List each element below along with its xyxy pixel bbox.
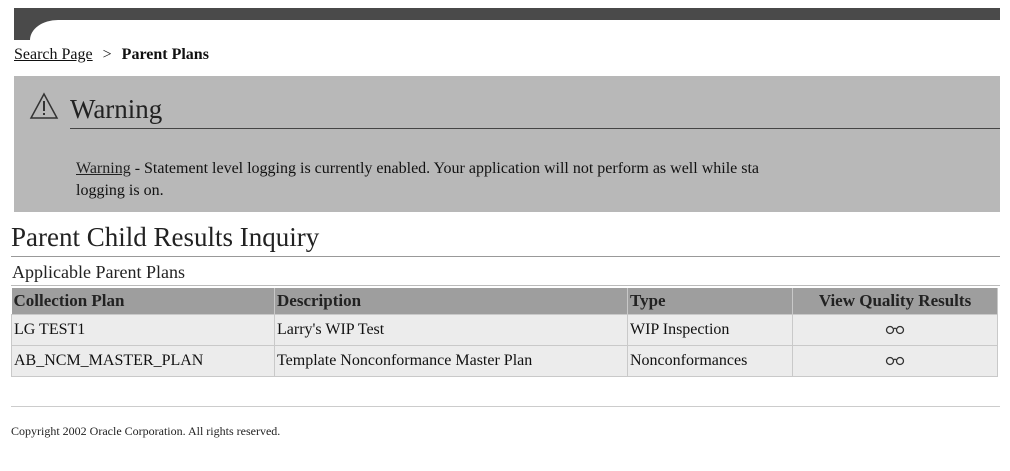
section-divider: [11, 285, 1000, 286]
column-header-view-quality-results: View Quality Results: [792, 288, 998, 315]
page-title: Parent Child Results Inquiry: [11, 222, 320, 252]
warning-title: Warning: [70, 94, 163, 124]
column-header-description[interactable]: Description: [274, 288, 628, 315]
column-header-type[interactable]: Type: [627, 288, 793, 315]
warning-message: Warning - Statement level logging is cur…: [76, 158, 1000, 202]
glasses-icon[interactable]: [885, 356, 905, 366]
cell-view-quality-results: [792, 314, 998, 346]
table-row: LG TEST1 Larry's WIP Test WIP Inspection: [11, 314, 998, 346]
cell-type: WIP Inspection: [627, 314, 793, 346]
cell-description: Template Nonconformance Master Plan: [274, 345, 628, 377]
glasses-icon[interactable]: [885, 325, 905, 335]
cell-type: Nonconformances: [627, 345, 793, 377]
column-header-collection-plan[interactable]: Collection Plan: [11, 288, 275, 315]
warning-text-line1: Statement level logging is currently ena…: [144, 160, 760, 177]
warning-triangle-icon: [29, 92, 59, 119]
title-divider: [11, 256, 1000, 257]
section-title: Applicable Parent Plans: [12, 262, 185, 282]
cell-collection-plan: LG TEST1: [11, 314, 275, 346]
warning-dash: -: [134, 160, 141, 177]
table-row: AB_NCM_MASTER_PLAN Template Nonconforman…: [11, 345, 998, 377]
banner-bar: [14, 8, 1000, 20]
breadcrumb-link-search-page[interactable]: Search Page: [14, 46, 93, 63]
top-banner: [14, 8, 1000, 50]
warning-label: Warning: [76, 160, 131, 177]
banner-curve: [14, 8, 90, 50]
copyright-text: Copyright 2002 Oracle Corporation. All r…: [11, 424, 281, 438]
cell-view-quality-results: [792, 345, 998, 377]
parent-plans-table: Collection Plan Description Type View Qu…: [11, 288, 998, 377]
footer-divider: [11, 406, 1000, 407]
cell-description: Larry's WIP Test: [274, 314, 628, 346]
warning-region: Warning Warning - Statement level loggin…: [14, 76, 1000, 212]
breadcrumb-current: Parent Plans: [121, 46, 209, 63]
breadcrumb: Search Page > Parent Plans: [14, 46, 209, 64]
warning-text-line2: logging is on.: [76, 182, 164, 199]
cell-collection-plan: AB_NCM_MASTER_PLAN: [11, 345, 275, 377]
warning-divider: [70, 128, 1000, 129]
breadcrumb-separator: >: [102, 46, 112, 63]
table-header-row: Collection Plan Description Type View Qu…: [11, 288, 998, 315]
